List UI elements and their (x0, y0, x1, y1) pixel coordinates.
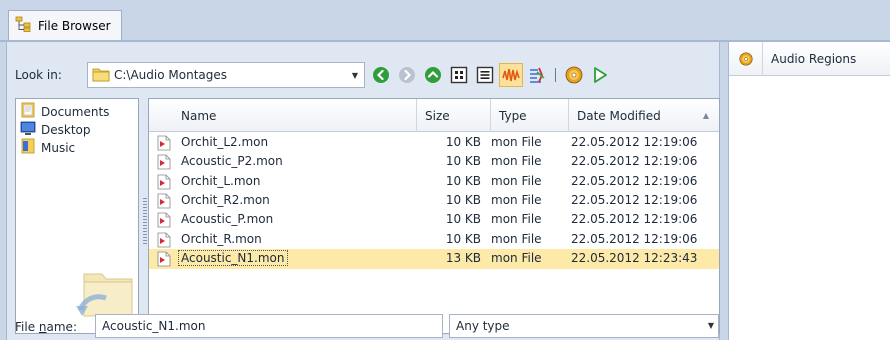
column-header-date-modified[interactable]: Date Modified ▲ (569, 99, 719, 132)
file-list: Name Size Type Date Modified ▲ Orchit_L2… (148, 98, 720, 334)
mon-file-icon (157, 212, 171, 231)
file-date-cell: 22.05.2012 12:19:06 (571, 135, 698, 149)
file-name-value: Acoustic_N1.mon (102, 319, 206, 333)
mon-file-icon (157, 232, 171, 251)
folder-icon (92, 66, 110, 85)
file-type-cell: mon File (491, 212, 542, 227)
file-date-cell: 22.05.2012 12:19:06 (571, 154, 698, 169)
file-type-cell: mon File (491, 192, 542, 207)
look-in-path: C:\Audio Montages (114, 68, 227, 82)
file-size-cell: 10 KB (445, 154, 481, 169)
tab-file-browser[interactable]: File Browser (8, 10, 122, 40)
place-item-documents[interactable]: Documents (20, 102, 109, 121)
back-icon[interactable] (369, 63, 393, 87)
file-browser-panel: Look in: C:\Audio Montages ▼ Documents D… (6, 42, 720, 340)
file-name-cell: Orchit_L2.mon (181, 135, 269, 149)
music-folder-icon (20, 138, 36, 157)
column-header-name[interactable]: Name (149, 99, 417, 132)
place-label: Desktop (41, 122, 91, 137)
place-item-music[interactable]: Music (20, 138, 75, 157)
table-row[interactable]: Acoustic_P.mon 10 KB mon File 22.05.2012 12… (149, 210, 719, 230)
file-name-cell: Orchit_L.mon (181, 173, 261, 188)
sort-ascending-icon: ▲ (702, 111, 709, 120)
file-name-cell: Acoustic_P.mon (181, 212, 274, 227)
desktop-icon (20, 120, 36, 139)
file-type-combo[interactable]: Any type ▼ (449, 314, 719, 338)
label-mnemonic: n (38, 320, 47, 334)
table-row[interactable]: Acoustic_N1.mon 13 KB mon File 22.05.2012 1… (149, 248, 719, 270)
cd-icon[interactable] (729, 41, 763, 76)
cd-icon[interactable] (562, 63, 586, 87)
file-type-cell: mon File (491, 135, 542, 149)
up-icon[interactable] (421, 63, 445, 87)
forward-icon[interactable] (395, 63, 419, 87)
audio-regions-title[interactable]: Audio Regions (763, 52, 856, 66)
details-view-icon[interactable] (473, 63, 497, 87)
place-label: Music (41, 140, 76, 155)
file-size-cell: 13 KB (445, 250, 481, 265)
file-date-cell: 22.05.2012 12:19:06 (571, 192, 698, 207)
file-size-cell: 10 KB (445, 231, 481, 246)
mon-file-icon (157, 135, 171, 154)
file-date-cell: 22.05.2012 12:19:06 (571, 231, 698, 246)
look-in-combo[interactable]: C:\Audio Montages ▼ (87, 62, 365, 88)
waveform-icon[interactable] (499, 63, 523, 87)
tab-strip: File Browser (0, 0, 890, 42)
table-row[interactable]: Orchit_R.mon 10 KB mon File 22.05.2012 12:1… (149, 230, 719, 250)
file-name-label: File name: (15, 320, 77, 334)
column-header-label: Name (181, 108, 217, 123)
table-row[interactable]: Orchit_L2.mon 10 KB mon File 22.05.2012 12:… (149, 133, 719, 153)
file-size-cell: 10 KB (445, 212, 481, 227)
file-name-cell: Acoustic_P2.mon (181, 154, 283, 169)
tab-label: File Browser (38, 18, 111, 33)
file-name-input[interactable]: Acoustic_N1.mon (95, 314, 443, 338)
mon-file-icon (157, 251, 171, 270)
chevron-down-icon[interactable]: ▼ (346, 63, 364, 87)
chevron-down-icon[interactable]: ▼ (708, 321, 714, 330)
mon-file-icon (157, 154, 171, 173)
column-header-label: Size (425, 108, 450, 123)
splitter-grip[interactable] (143, 198, 147, 244)
colors-icon[interactable] (525, 63, 549, 87)
file-date-cell: 22.05.2012 12:19:06 (571, 212, 698, 227)
column-header-type[interactable]: Type (491, 99, 569, 132)
file-type-cell: mon File (491, 231, 542, 246)
file-type-cell: mon File (491, 154, 542, 169)
file-type-cell: mon File (491, 173, 542, 188)
toolbar (369, 62, 612, 88)
file-list-header: Name Size Type Date Modified ▲ (149, 99, 719, 132)
table-row[interactable]: Orchit_R2.mon 10 KB mon File 22.05.2012 12:… (149, 191, 719, 211)
mon-file-icon (157, 193, 171, 212)
audio-regions-panel: Audio Regions (728, 41, 890, 340)
file-type-cell: mon File (491, 250, 542, 265)
file-size-cell: 10 KB (445, 135, 481, 149)
place-item-desktop[interactable]: Desktop (20, 120, 91, 139)
mon-file-icon (157, 174, 171, 193)
place-label: Documents (41, 104, 110, 119)
look-in-label: Look in: (15, 68, 62, 82)
file-browser-icon (15, 16, 33, 35)
column-header-label: Type (499, 108, 527, 123)
file-date-cell: 22.05.2012 12:23:43 (571, 250, 698, 265)
documents-folder-icon (20, 102, 36, 121)
file-name-cell: Orchit_R2.mon (181, 192, 270, 207)
label-text: File (15, 320, 39, 334)
file-size-cell: 10 KB (445, 192, 481, 207)
toolbar-separator (555, 68, 556, 82)
file-date-cell: 22.05.2012 12:19:06 (571, 173, 698, 188)
label-text: ame: (46, 320, 77, 334)
table-row[interactable]: Acoustic_P2.mon 10 KB mon File 22.05.2012 1… (149, 152, 719, 172)
file-name-cell: Acoustic_N1.mon (178, 249, 288, 266)
play-icon[interactable] (588, 63, 612, 87)
table-row[interactable]: Orchit_L.mon 10 KB mon File 22.05.2012 12:1… (149, 172, 719, 192)
column-header-size[interactable]: Size (417, 99, 491, 132)
file-type-value: Any type (456, 319, 510, 333)
file-name-cell: Orchit_R.mon (181, 231, 262, 246)
audio-regions-header: Audio Regions (729, 41, 890, 76)
column-header-label: Date Modified (577, 108, 661, 123)
file-size-cell: 10 KB (445, 173, 481, 188)
places-list: Documents Desktop Music (15, 98, 139, 334)
icons-view-icon[interactable] (447, 63, 471, 87)
